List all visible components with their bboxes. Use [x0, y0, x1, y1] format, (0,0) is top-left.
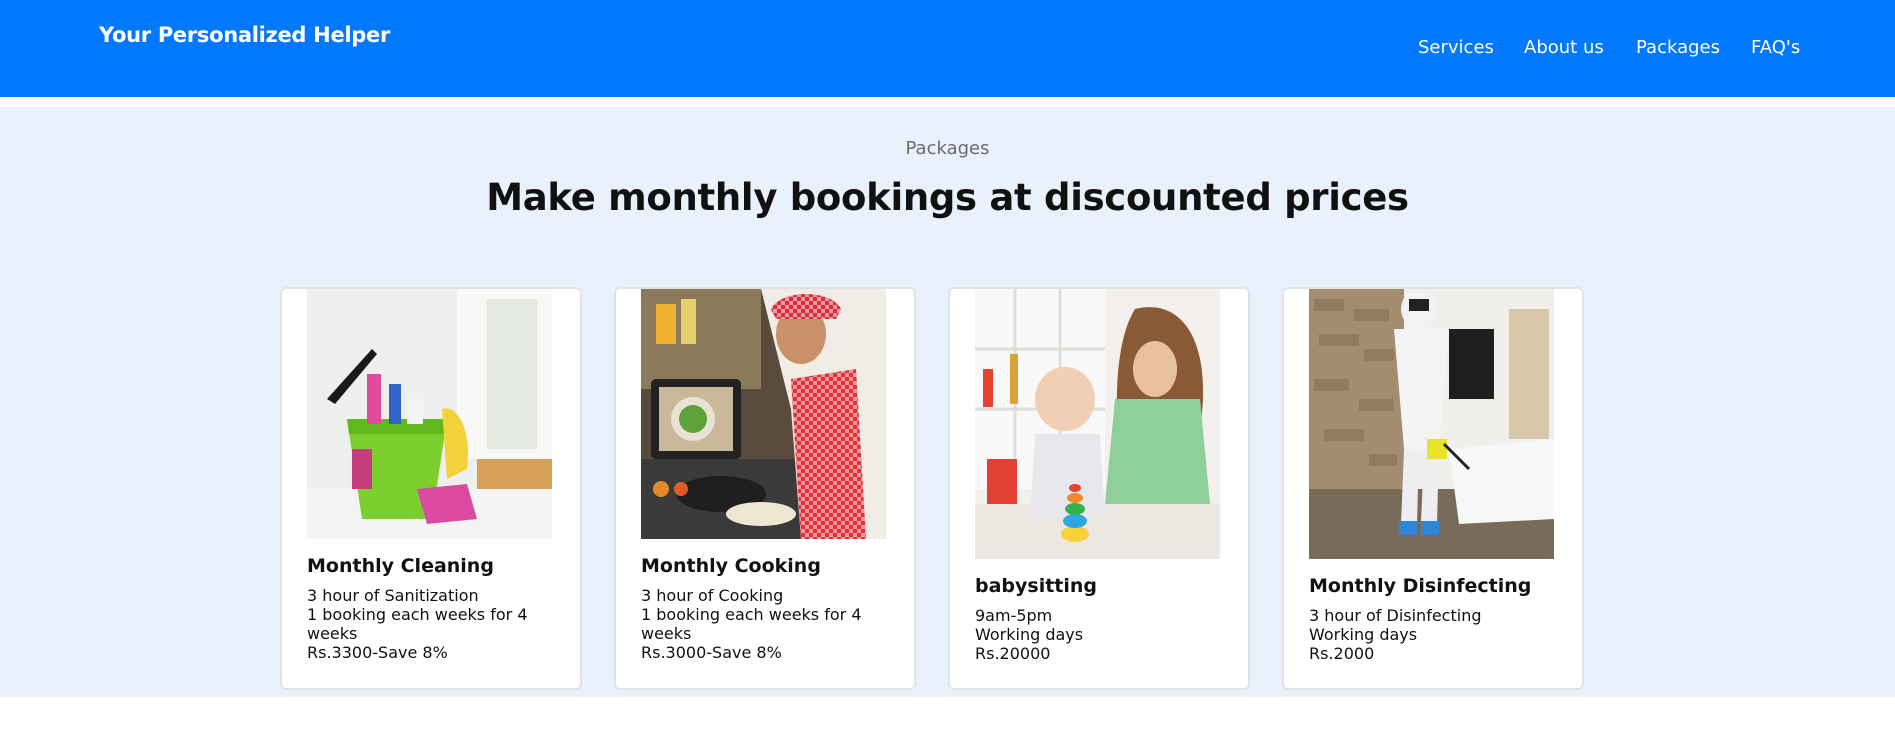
card-price: Rs.3000-Save 8% — [641, 643, 782, 662]
nav-link-about-us[interactable]: About us — [1524, 37, 1604, 58]
nav-link-faqs[interactable]: FAQ's — [1751, 37, 1800, 58]
package-card-monthly-cleaning[interactable]: Monthly Cleaning 3 hour of Sanitization … — [280, 287, 582, 690]
card-detail-line: 3 hour of Sanitization — [307, 586, 479, 605]
card-detail-line: 3 hour of Disinfecting — [1309, 606, 1482, 625]
section-kicker: Packages — [905, 138, 990, 159]
card-detail-line: 9am-5pm — [975, 606, 1053, 625]
card-price: Rs.20000 — [975, 644, 1051, 663]
woman-cooking-image — [641, 289, 886, 539]
packages-section: Packages Make monthly bookings at discou… — [0, 107, 1895, 697]
nav-link-services[interactable]: Services — [1418, 37, 1494, 58]
card-details: 9am-5pm Working days Rs.20000 — [975, 606, 1220, 663]
card-title: babysitting — [975, 575, 1098, 597]
woman-with-baby-image — [975, 289, 1220, 559]
section-heading-bold: Make monthly bookings — [486, 176, 977, 219]
package-card-monthly-disinfecting[interactable]: Monthly Disinfecting 3 hour of Disinfect… — [1282, 287, 1584, 690]
card-details: 3 hour of Disinfecting Working days Rs.2… — [1309, 606, 1554, 663]
card-title: Monthly Disinfecting — [1309, 575, 1532, 597]
card-detail-line: 3 hour of Cooking — [641, 586, 784, 605]
section-heading: Make monthly bookings at discounted pric… — [0, 176, 1895, 219]
nav-link-packages[interactable]: Packages — [1636, 37, 1720, 58]
card-title: Monthly Cooking — [641, 555, 821, 577]
package-card-monthly-cooking[interactable]: Monthly Cooking 3 hour of Cooking 1 book… — [614, 287, 916, 690]
cleaning-supplies-bucket-image — [307, 289, 552, 539]
section-heading-rest: at discounted prices — [976, 176, 1409, 219]
card-detail-line: 1 booking each weeks for 4 weeks — [307, 605, 528, 643]
disinfection-worker-image — [1309, 289, 1554, 559]
card-detail-line: 1 booking each weeks for 4 weeks — [641, 605, 862, 643]
navbar: Your Personalized Helper Services About … — [0, 0, 1895, 97]
card-details: 3 hour of Cooking 1 booking each weeks f… — [641, 586, 886, 662]
package-card-babysitting[interactable]: babysitting 9am-5pm Working days Rs.2000… — [948, 287, 1250, 690]
card-detail-line: Working days — [975, 625, 1084, 644]
card-price: Rs.2000 — [1309, 644, 1375, 663]
card-detail-line: Working days — [1309, 625, 1418, 644]
card-price: Rs.3300-Save 8% — [307, 643, 448, 662]
card-title: Monthly Cleaning — [307, 555, 494, 577]
card-details: 3 hour of Sanitization 1 booking each we… — [307, 586, 552, 662]
nav-links: Services About us Packages FAQ's — [0, 37, 1895, 63]
